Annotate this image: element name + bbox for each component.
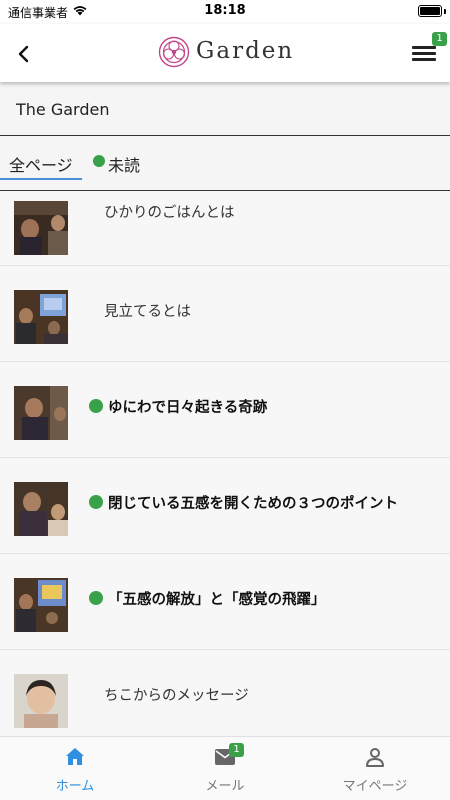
section-header: The Garden [0, 82, 450, 136]
app-header: Garden 1 [0, 24, 450, 82]
home-icon [66, 748, 84, 765]
article-thumbnail [14, 290, 68, 344]
list-item[interactable]: ひかりのごはんとは [0, 191, 450, 266]
article-thumbnail [14, 201, 68, 255]
unread-dot-icon [93, 155, 105, 167]
unread-dot-icon [89, 399, 103, 413]
article-title: ちこからのメッセージ [104, 688, 249, 704]
tab-unread-label: 未読 [108, 156, 141, 175]
article-title: 閉じている五感を開くための３つのポイント [108, 496, 398, 512]
status-bar: 通信事業者 18:18 [0, 0, 450, 24]
article-title: 「五感の解放」と「感覚の飛躍」 [108, 592, 326, 608]
list-item[interactable]: ゆにわで日々起きる奇跡 [0, 362, 450, 458]
flower-logo [158, 36, 190, 68]
list-item[interactable]: 見立てるとは [0, 266, 450, 362]
tab-all-label: 全ページ [9, 156, 73, 175]
hamburger-menu-icon[interactable]: 1 [410, 32, 447, 68]
nav-mail-label: メール [205, 779, 245, 794]
article-thumbnail [14, 674, 68, 728]
article-thumbnail [14, 386, 68, 440]
filter-tabs: 全ページ 未読 [0, 136, 450, 191]
list-item[interactable]: ちこからのメッセージ [0, 650, 450, 736]
brand-name: Garden [196, 38, 295, 64]
article-title: ひかりのごはんとは [104, 205, 235, 221]
tab-all-pages[interactable]: 全ページ [0, 150, 82, 180]
bottom-navigation: ホーム 1 メール マイページ [0, 736, 450, 800]
article-title: 見立てるとは [104, 304, 191, 320]
person-icon [366, 748, 384, 767]
article-list: ひかりのごはんとは 見立てるとは ゆにわで日々起きる奇跡 閉じている五感を開くた… [0, 191, 450, 736]
back-chevron-icon[interactable] [10, 40, 38, 68]
article-title: ゆにわで日々起きる奇跡 [108, 400, 268, 416]
clock: 18:18 [204, 3, 246, 18]
unread-dot-icon [89, 495, 103, 509]
nav-mail[interactable]: 1 メール [150, 737, 300, 800]
unread-dot-icon [89, 591, 103, 605]
battery-tip [444, 9, 446, 14]
mail-notification-badge: 1 [229, 743, 244, 757]
section-title: The Garden [16, 100, 110, 119]
nav-mypage-label: マイページ [342, 779, 408, 794]
nav-home-label: ホーム [55, 779, 95, 794]
battery-icon [418, 5, 442, 17]
nav-home[interactable]: ホーム [0, 737, 150, 800]
menu-notification-badge: 1 [432, 32, 447, 46]
nav-mypage[interactable]: マイページ [300, 737, 450, 800]
list-item[interactable]: 「五感の解放」と「感覚の飛躍」 [0, 554, 450, 650]
article-thumbnail [14, 482, 68, 536]
article-thumbnail [14, 578, 68, 632]
list-item[interactable]: 閉じている五感を開くための３つのポイント [0, 458, 450, 554]
